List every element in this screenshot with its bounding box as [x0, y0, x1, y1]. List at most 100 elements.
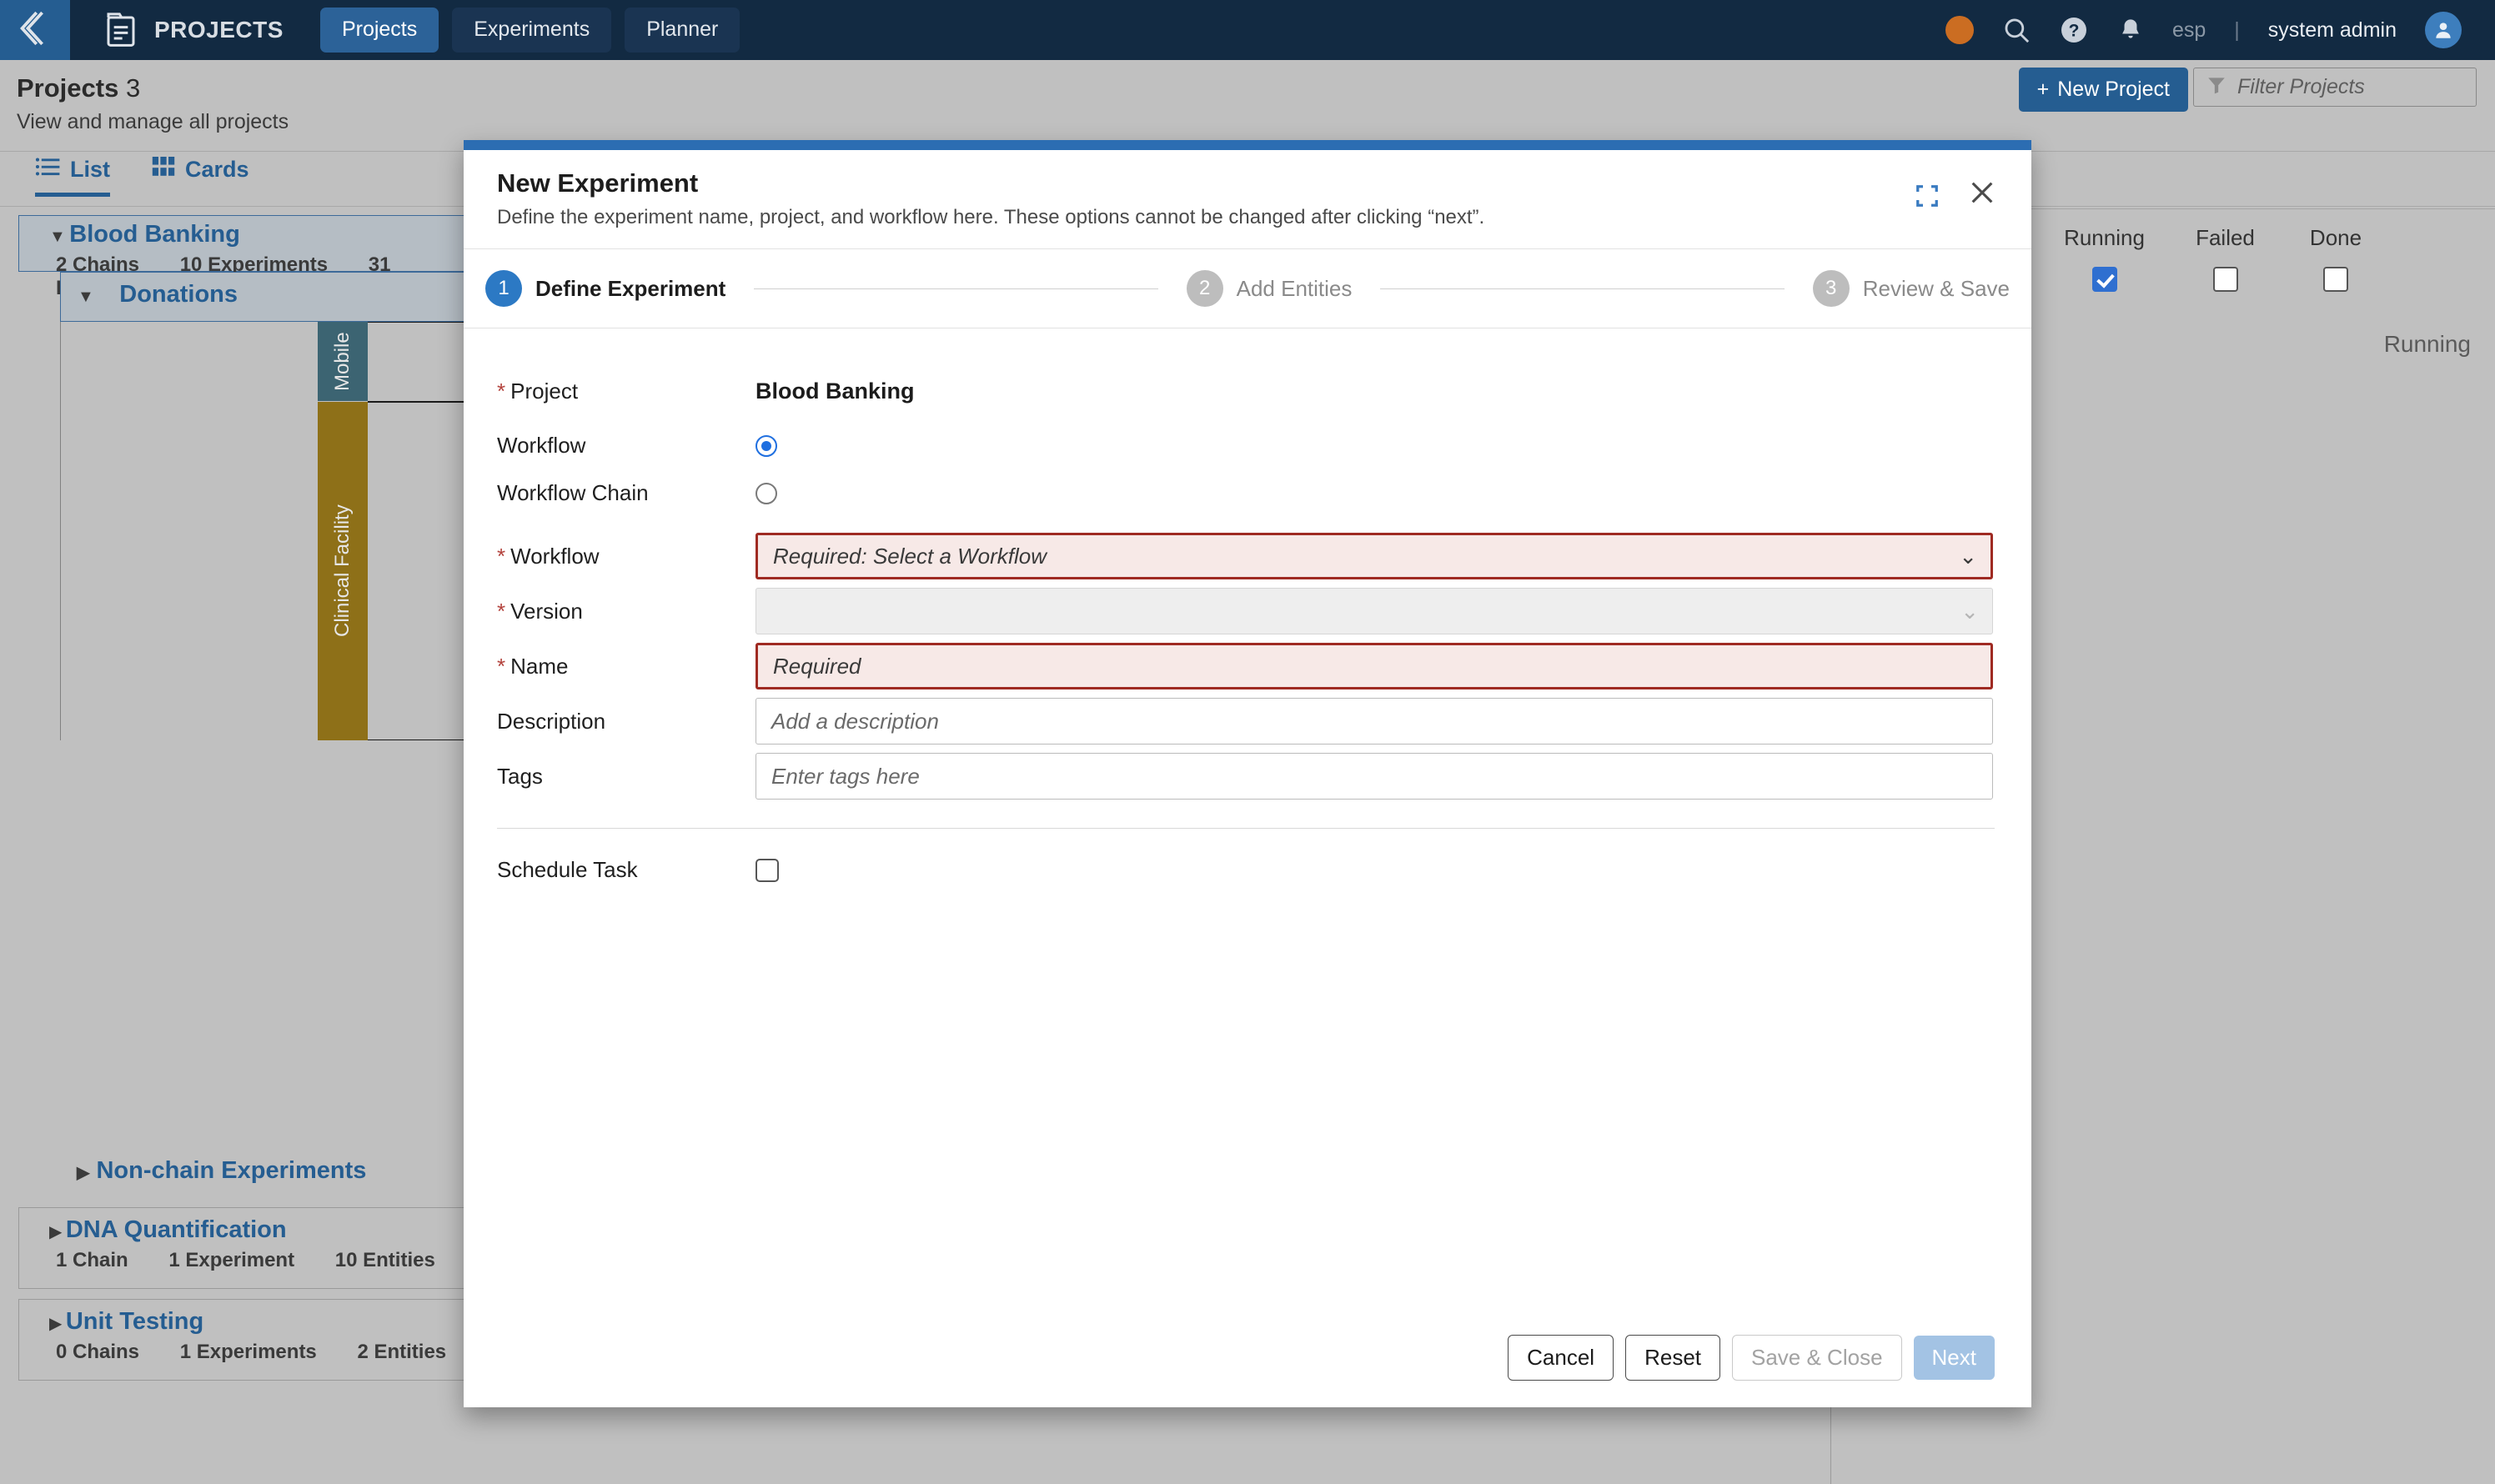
nav-separator: | [2234, 18, 2240, 42]
tree-node-unit-testing[interactable]: ▶ Unit Testing 0 Chains 1 Experiments 2 … [18, 1299, 485, 1381]
list-icon [35, 157, 60, 183]
page-title: Projects 3 [17, 73, 140, 103]
filter-projects-input[interactable]: Filter Projects [2193, 68, 2477, 107]
label-description: Description [497, 708, 606, 734]
checkbox-schedule-task[interactable] [756, 858, 779, 882]
required-asterisk: * [497, 653, 506, 679]
checkbox-done[interactable] [2323, 267, 2348, 292]
tree-node-unit-testing-stats: 0 Chains 1 Experiments 2 Entities [56, 1341, 484, 1364]
radio-workflow-chain[interactable] [756, 482, 777, 504]
reset-button[interactable]: Reset [1625, 1334, 1720, 1381]
label-version: * Version [497, 599, 756, 624]
radio-workflow[interactable] [756, 434, 777, 457]
language-label[interactable]: esp [2172, 18, 2206, 43]
stat-entities: 10 Entities [334, 1249, 435, 1271]
chevron-down-icon[interactable]: ▼ [49, 228, 66, 247]
chevron-right-icon[interactable]: ▶ [77, 1162, 89, 1183]
step-number-3: 3 [1812, 270, 1850, 307]
nav-right-cluster: ? esp | system admin [1945, 12, 2462, 48]
document-list-icon [102, 11, 140, 49]
tree-node-blood-banking-label[interactable]: Blood Banking [69, 221, 240, 248]
step-add-entities[interactable]: 2 Add Entities [1186, 270, 1353, 307]
step-connector-1 [754, 288, 1158, 289]
tree-node-dna-label[interactable]: DNA Quantification [66, 1216, 287, 1243]
label-workflow-select: * Workflow [497, 544, 756, 569]
nav-tabs: Projects Experiments Planner [319, 8, 740, 53]
description-input-placeholder: Add a description [771, 708, 939, 734]
column-header-running: Running [2064, 225, 2145, 250]
label-version-text: Version [510, 598, 583, 624]
label-workflow-select-text: Workflow [510, 543, 600, 569]
form-row-schedule-task: Schedule Task [464, 857, 2031, 883]
tree-node-non-chain-experiments[interactable]: ▶ Non-chain Experiments [77, 1157, 366, 1185]
save-and-close-button[interactable]: Save & Close [1732, 1334, 1902, 1381]
step-label-define-experiment: Define Experiment [535, 275, 726, 301]
label-project: * Project [497, 379, 756, 404]
form-row-workflow-chain-radio: Workflow Chain [464, 480, 2031, 506]
bell-icon[interactable] [2117, 16, 2144, 44]
page-title-count: 3 [125, 73, 141, 103]
tree-node-blood-banking[interactable]: ▼ Blood Banking 2 Chains 10 Experiments … [18, 215, 485, 299]
tree-node-dna-quantification[interactable]: ▶ DNA Quantification 1 Chain 1 Experimen… [18, 1207, 485, 1289]
view-tab-list[interactable]: List [35, 157, 111, 197]
step-label-add-entities: Add Entities [1236, 275, 1353, 301]
required-asterisk: * [497, 543, 506, 569]
chevron-right-icon[interactable]: ▶ [49, 1313, 62, 1334]
tree-node-donations-label[interactable]: Donations [119, 281, 238, 308]
checkbox-failed[interactable] [2212, 267, 2238, 292]
close-icon[interactable] [1968, 178, 1996, 211]
status-dot-icon[interactable] [1945, 16, 1974, 44]
chevron-down-icon[interactable]: ▼ [78, 288, 94, 307]
status-badge: Running [2383, 331, 2471, 357]
step-define-experiment[interactable]: 1 Define Experiment [485, 270, 725, 307]
next-button[interactable]: Next [1913, 1335, 1995, 1380]
chain-bar-mobile[interactable]: Mobile [318, 322, 368, 401]
plus-icon: + [2036, 78, 2050, 101]
label-project-text: Project [510, 379, 579, 404]
step-number-2: 2 [1186, 270, 1223, 307]
stat-chains: 0 Chains [56, 1341, 140, 1363]
brand-label: PROJECTS [154, 17, 284, 43]
step-connector-2 [1380, 288, 1785, 289]
nav-tab-planner[interactable]: Planner [625, 8, 740, 53]
new-project-button[interactable]: + New Project [2018, 68, 2188, 112]
user-avatar-icon[interactable] [2425, 12, 2462, 48]
help-circle-icon[interactable]: ? [2059, 15, 2089, 45]
modal-header: New Experiment Define the experiment nam… [464, 150, 2031, 248]
user-name-label[interactable]: system admin [2268, 18, 2397, 43]
stat-experiments: 1 Experiment [168, 1249, 295, 1271]
tree-node-non-chain-label[interactable]: Non-chain Experiments [96, 1157, 366, 1184]
tags-input[interactable]: Enter tags here [756, 753, 1993, 800]
step-label-review-save: Review & Save [1862, 275, 2011, 301]
chain-bar-clinical-facility[interactable]: Clinical Facility [318, 402, 368, 740]
form-row-project: * Project Blood Banking [464, 379, 2031, 404]
stat-entities: 2 Entities [357, 1341, 447, 1363]
top-navigation-bar: PROJECTS Projects Experiments Planner ? … [0, 0, 2495, 60]
checkbox-running[interactable] [2091, 267, 2117, 292]
search-icon[interactable] [2002, 16, 2031, 44]
page-title-text: Projects [17, 73, 119, 103]
tree-node-donations[interactable]: ▼ Donations [60, 272, 485, 322]
description-input[interactable]: Add a description [756, 698, 1993, 745]
view-tab-cards[interactable]: Cards [152, 157, 249, 193]
workflow-select[interactable]: Required: Select a Workflow ⌄ [756, 533, 1993, 579]
nav-tab-projects[interactable]: Projects [319, 8, 439, 53]
form-divider [497, 828, 1995, 829]
cancel-button[interactable]: Cancel [1508, 1334, 1614, 1381]
column-header-failed: Failed [2196, 225, 2255, 250]
workflow-select-placeholder: Required: Select a Workflow [773, 543, 1047, 569]
step-review-save[interactable]: 3 Review & Save [1812, 270, 2011, 307]
view-tab-cards-label: Cards [185, 157, 249, 182]
tree-node-unit-testing-label[interactable]: Unit Testing [66, 1308, 203, 1335]
label-workflow-chain-radio: Workflow Chain [497, 480, 649, 505]
tags-input-placeholder: Enter tags here [771, 763, 920, 789]
nav-tab-experiments[interactable]: Experiments [452, 8, 612, 53]
collapse-sidebar-button[interactable] [0, 0, 70, 60]
name-input[interactable]: Required [756, 643, 1993, 689]
page-subtitle: View and manage all projects [17, 110, 289, 133]
chevron-right-icon[interactable]: ▶ [49, 1221, 62, 1242]
label-name-text: Name [510, 653, 569, 679]
version-select[interactable]: ⌄ [756, 588, 1993, 634]
funnel-icon [2206, 74, 2227, 100]
expand-icon[interactable] [1915, 183, 1940, 213]
